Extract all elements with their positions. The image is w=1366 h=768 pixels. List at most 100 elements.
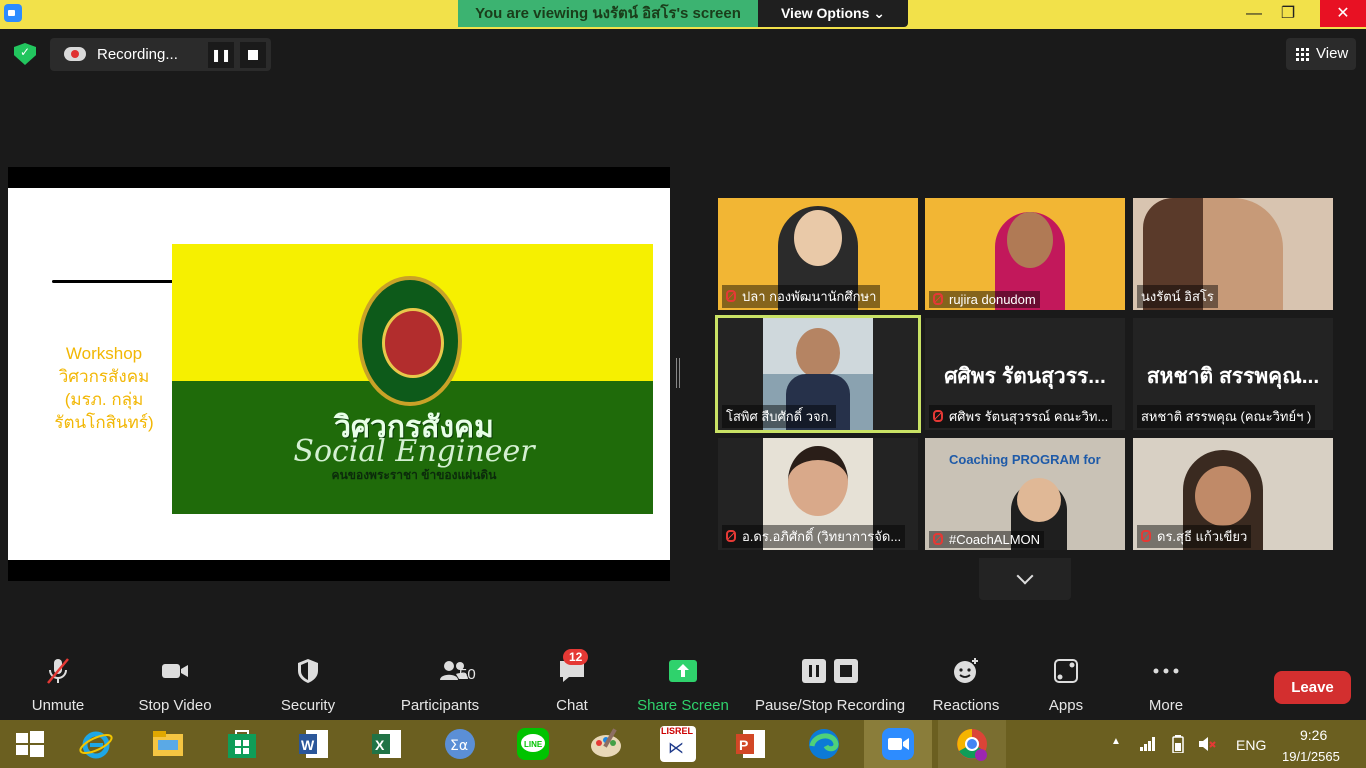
excel-icon[interactable]: X [369, 726, 405, 762]
participant-name: ดร.สุธี แก้วเขียว [1137, 525, 1252, 548]
recording-indicator: Recording... ❚❚ [50, 38, 271, 71]
encryption-shield-icon[interactable] [14, 43, 36, 65]
participant-name-text: rujira donudom [949, 292, 1036, 307]
slide-side-text: Workshop วิศวกรสังคม (มรภ. กลุ่ม รัตนโกส… [48, 342, 160, 434]
participant-name: โสพิศ สืบศักดิ์ วจก. [722, 405, 837, 428]
battery-icon[interactable] [1170, 735, 1186, 753]
participant-tile[interactable]: rujira donudom [925, 198, 1125, 310]
tray-overflow-chevron-icon[interactable]: ▲ [1111, 736, 1121, 747]
security-button[interactable]: Security [275, 656, 341, 720]
lisrel-label: LISREL [661, 726, 694, 736]
smiley-reaction-icon [954, 658, 978, 683]
recording-label: Recording... [97, 46, 178, 63]
view-button[interactable]: View [1286, 38, 1356, 70]
participant-tile[interactable]: อ.ดร.อภิศักดิ์ (วิทยาการจัด... [718, 438, 918, 550]
stop-video-label: Stop Video [138, 697, 212, 714]
participant-name-text: ปลา กองพัฒนานักศึกษา [742, 289, 877, 304]
meeting-toolbar: Unmute Stop Video Security 50 Participan… [0, 648, 1366, 720]
share-screen-button[interactable]: Share Screen [636, 656, 730, 720]
paint-icon[interactable] [588, 726, 624, 762]
banner-tagline: คนของพระราชา ข้าของแผ่นดิน [331, 468, 497, 482]
security-label: Security [280, 697, 336, 714]
split-drag-handle[interactable] [676, 358, 680, 388]
participant-tile[interactable]: ปลา กองพัฒนานักศึกษา [718, 198, 918, 310]
security-shield-icon [298, 659, 318, 683]
share-screen-label: Share Screen [637, 697, 729, 714]
clock-date[interactable]: 19/1/2565 [1282, 749, 1340, 764]
pause-stop-recording-icon [802, 659, 858, 683]
muted-microphone-icon [47, 658, 69, 684]
volume-muted-icon[interactable] [1198, 736, 1216, 752]
reactions-label: Reactions [932, 697, 1000, 714]
more-button[interactable]: More [1136, 656, 1196, 720]
participants-button[interactable]: 50 Participants [395, 656, 485, 720]
zoom-logo-icon [4, 4, 22, 22]
pause-stop-recording-button[interactable]: Pause/Stop Recording [754, 656, 906, 720]
math-input-icon[interactable]: Σα [442, 726, 478, 762]
participant-tile-active-speaker[interactable]: โสพิศ สืบศักดิ์ วจก. [715, 315, 921, 433]
shared-screen: Workshop วิศวกรสังคม (มรภ. กลุ่ม รัตนโกส… [8, 167, 670, 581]
participants-count: 50 [459, 666, 476, 683]
participant-face [788, 446, 848, 516]
internet-explorer-icon[interactable] [78, 726, 114, 762]
participant-name-text: ศศิพร รัตนสุวรรณ์ คณะวิท... [949, 409, 1109, 424]
stop-recording-button[interactable] [240, 42, 266, 68]
participant-name: rujira donudom [929, 291, 1040, 308]
presentation-slide: Workshop วิศวกรสังคม (มรภ. กลุ่ม รัตนโกส… [8, 188, 670, 560]
clock-time[interactable]: 9:26 [1300, 727, 1327, 743]
video-camera-icon [162, 664, 188, 678]
participant-tile[interactable]: สหชาติ สรรพคุณ... สหชาติ สรรพคุณ (คณะวิท… [1133, 318, 1333, 430]
cloud-recording-icon [64, 47, 86, 61]
unmute-button[interactable]: Unmute [25, 656, 91, 720]
pause-recording-button[interactable]: ❚❚ [208, 42, 234, 68]
social-engineer-banner: วิศวกรสังคม Social Engineer คนของพระราชา… [172, 244, 653, 514]
input-language-indicator[interactable]: ENG [1236, 737, 1266, 753]
view-options-button[interactable]: View Options ⌄ [758, 0, 908, 27]
muted-mic-icon [1141, 530, 1151, 542]
chat-unread-badge: 12 [563, 649, 589, 665]
slide-text-line: วิศวกรสังคม [58, 367, 150, 386]
svg-text:X: X [375, 737, 385, 753]
close-icon[interactable]: ✕ [1320, 0, 1366, 27]
windows-start-icon[interactable] [12, 726, 48, 762]
svg-text:Σα: Σα [450, 738, 468, 754]
signal-strength-icon[interactable] [1140, 737, 1156, 751]
top-bar: You are viewing นงรัตน์ อิสโร's screen V… [0, 0, 1366, 29]
leave-button[interactable]: Leave [1274, 671, 1351, 704]
microsoft-store-icon[interactable] [224, 726, 260, 762]
apps-icon [1054, 659, 1078, 683]
file-explorer-icon[interactable] [150, 726, 186, 762]
reactions-button[interactable]: Reactions [930, 656, 1002, 720]
unmute-label: Unmute [31, 697, 85, 714]
word-icon[interactable]: W [296, 726, 332, 762]
restore-icon[interactable]: ❐ [1268, 0, 1308, 27]
participant-face [794, 210, 842, 266]
chat-button[interactable]: 12 Chat [546, 649, 598, 720]
chrome-taskbar-button[interactable] [938, 720, 1006, 768]
apps-button[interactable]: Apps [1036, 656, 1096, 720]
participants-label: Participants [400, 697, 480, 714]
line-app-icon[interactable]: LINE [515, 726, 551, 762]
chrome-icon [957, 729, 987, 761]
slide-text-line: Workshop [65, 344, 143, 363]
zoom-taskbar-button[interactable] [864, 720, 932, 768]
chat-label: Chat [556, 697, 588, 714]
slide-underline [52, 280, 174, 283]
grid-view-icon [1296, 48, 1309, 61]
participant-tile[interactable]: ดร.สุธี แก้วเขียว [1133, 438, 1333, 550]
stop-video-button[interactable]: Stop Video [135, 656, 215, 720]
gallery-next-page-button[interactable] [979, 558, 1071, 600]
powerpoint-icon[interactable]: P [733, 726, 769, 762]
participant-name: ศศิพร รัตนสุวรรณ์ คณะวิท... [929, 405, 1113, 428]
edge-browser-icon[interactable] [806, 726, 842, 762]
apps-label: Apps [1048, 697, 1084, 714]
participant-tile[interactable]: นงรัตน์ อิสโร [1133, 198, 1333, 310]
participant-tile[interactable]: Coaching PROGRAM for #CoachALMON [925, 438, 1125, 550]
participant-name-text: นงรัตน์ อิสโร [1141, 289, 1214, 304]
svg-text:LINE: LINE [524, 740, 543, 749]
participant-tile[interactable]: ศศิพร รัตนสุวรร... ศศิพร รัตนสุวรรณ์ คณะ… [925, 318, 1125, 430]
participant-face [1017, 478, 1061, 522]
participant-name: นงรัตน์ อิสโร [1137, 285, 1218, 308]
lisrel-icon[interactable]: LISREL ⋉ [660, 726, 696, 762]
zoom-app-icon [882, 728, 914, 760]
